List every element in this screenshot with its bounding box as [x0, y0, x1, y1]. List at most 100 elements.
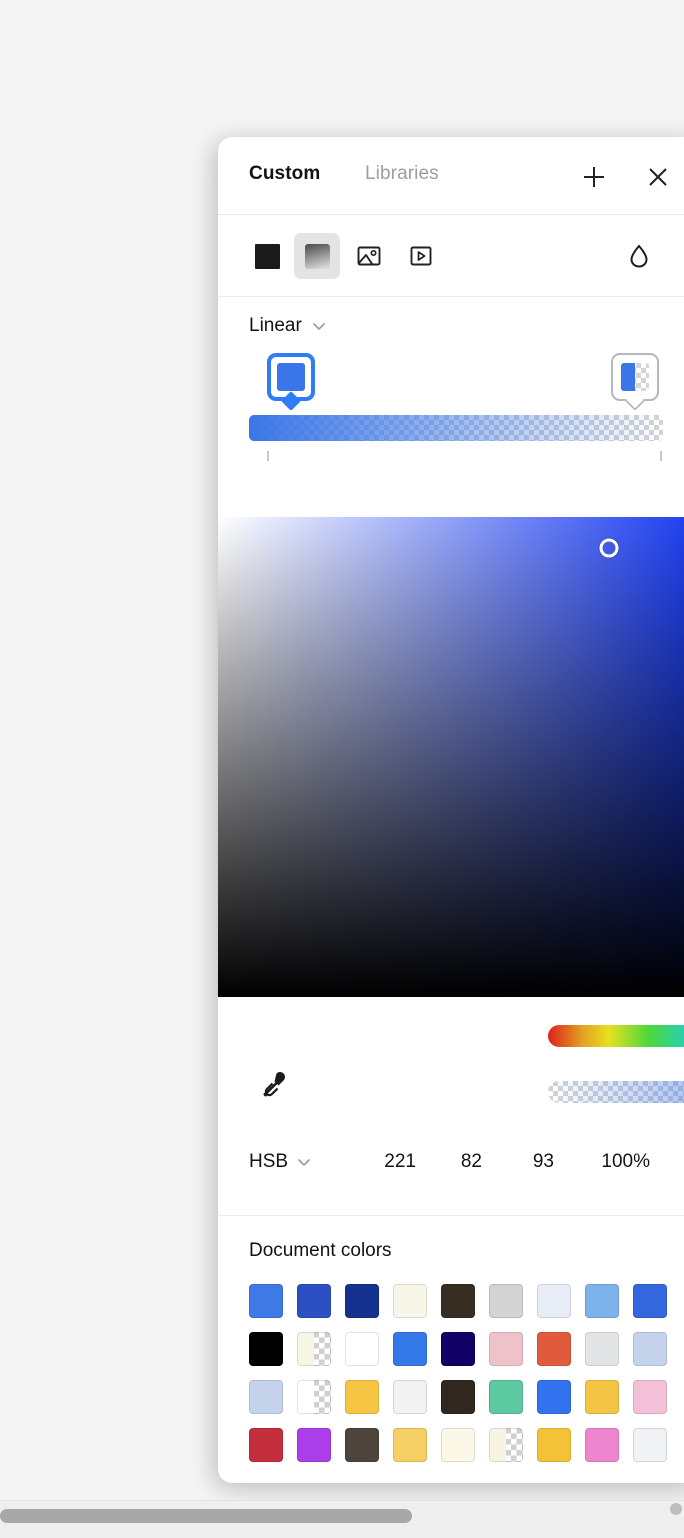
swatch-color — [393, 1332, 427, 1366]
color-swatch[interactable] — [489, 1428, 523, 1462]
sv-cursor-handle[interactable] — [599, 538, 619, 558]
swatch-color — [297, 1284, 331, 1318]
color-swatch[interactable] — [393, 1332, 427, 1366]
color-swatch[interactable] — [585, 1284, 619, 1318]
gradient-icon[interactable] — [294, 233, 340, 279]
brightness-value-field[interactable]: 93 — [504, 1151, 554, 1173]
tab-libraries[interactable]: Libraries — [365, 163, 439, 185]
color-swatch[interactable] — [633, 1428, 667, 1462]
swatch-color — [489, 1380, 523, 1414]
color-swatch[interactable] — [297, 1284, 331, 1318]
color-swatch[interactable] — [489, 1332, 523, 1366]
swatch-color — [585, 1428, 619, 1462]
stop-end-color — [621, 363, 635, 391]
stop-start-pointer — [281, 391, 301, 411]
color-swatch[interactable] — [297, 1380, 331, 1414]
color-swatch[interactable] — [345, 1428, 379, 1462]
stop-end-tick — [660, 451, 662, 461]
color-swatch[interactable] — [489, 1284, 523, 1318]
color-swatch[interactable] — [537, 1284, 571, 1318]
plus-icon[interactable] — [576, 159, 612, 195]
swatch-color — [441, 1332, 475, 1366]
gradient-section: Linear — [218, 297, 684, 517]
stop-end-pointer — [625, 391, 645, 411]
hue-slider[interactable] — [548, 1025, 684, 1047]
color-swatch[interactable] — [249, 1380, 283, 1414]
color-model-label: HSB — [249, 1151, 289, 1172]
color-swatch[interactable] — [345, 1380, 379, 1414]
color-swatch[interactable] — [249, 1428, 283, 1462]
swatch-color — [585, 1332, 619, 1366]
document-colors-title: Document colors — [249, 1240, 392, 1261]
gradient-stops-strip[interactable] — [249, 353, 663, 461]
gradient-type-dropdown[interactable]: Linear — [249, 315, 328, 337]
color-swatch[interactable] — [633, 1332, 667, 1366]
swatch-color — [633, 1428, 667, 1462]
swatch-color — [489, 1428, 523, 1462]
saturation-value-field-input[interactable]: 82 — [432, 1151, 482, 1173]
solid-color-swatch — [254, 243, 280, 269]
alpha-slider[interactable] — [548, 1081, 684, 1103]
sv-black-overlay — [218, 517, 684, 997]
chevron-down-icon — [310, 317, 328, 335]
color-swatch[interactable] — [249, 1284, 283, 1318]
gradient-fill-overlay — [249, 415, 663, 441]
color-swatch[interactable] — [393, 1284, 427, 1318]
gradient-stop-start-swatch — [277, 363, 305, 391]
image-icon[interactable] — [346, 233, 392, 279]
color-swatch[interactable] — [537, 1332, 571, 1366]
swatch-color — [345, 1428, 379, 1462]
swatch-color — [393, 1284, 427, 1318]
scrollbar-thumb[interactable] — [0, 1509, 412, 1523]
color-swatch[interactable] — [393, 1380, 427, 1414]
close-icon[interactable] — [640, 159, 676, 195]
color-swatch[interactable] — [345, 1284, 379, 1318]
color-model-dropdown[interactable]: HSB — [249, 1151, 313, 1173]
gradient-stop-end[interactable] — [611, 353, 659, 411]
horizontal-scrollbar[interactable] — [0, 1500, 684, 1538]
chevron-down-icon — [295, 1153, 313, 1171]
color-swatch[interactable] — [441, 1380, 475, 1414]
tab-custom[interactable]: Custom — [249, 163, 320, 185]
swatch-color — [633, 1332, 667, 1366]
color-swatch[interactable] — [441, 1284, 475, 1318]
swatch-color — [441, 1284, 475, 1318]
solid-color-icon[interactable] — [244, 233, 290, 279]
video-icon[interactable] — [398, 233, 444, 279]
droplet-icon[interactable] — [616, 233, 662, 279]
alpha-slider-track — [548, 1081, 684, 1103]
swatch-color — [537, 1284, 571, 1318]
gradient-stop-start[interactable] — [267, 353, 315, 411]
eyedropper-icon[interactable] — [256, 1063, 296, 1108]
color-swatch[interactable] — [249, 1332, 283, 1366]
screen-root: Custom Libraries Linear HSB 221 82 93 10… — [0, 0, 684, 1538]
color-swatch[interactable] — [585, 1380, 619, 1414]
swatch-color — [393, 1428, 427, 1462]
color-swatch[interactable] — [297, 1332, 331, 1366]
color-swatch[interactable] — [441, 1332, 475, 1366]
swatch-color — [537, 1428, 571, 1462]
alpha-gradient — [548, 1081, 684, 1103]
hue-value-field[interactable]: 221 — [358, 1151, 416, 1173]
color-swatch[interactable] — [393, 1428, 427, 1462]
color-swatch[interactable] — [633, 1284, 667, 1318]
color-swatch[interactable] — [585, 1428, 619, 1462]
color-swatch[interactable] — [537, 1428, 571, 1462]
alpha-value-field[interactable]: 100% — [572, 1151, 650, 1173]
swatch-color — [633, 1380, 667, 1414]
document-colors-grid — [249, 1284, 667, 1462]
fill-type-toolbar — [218, 215, 684, 297]
color-swatch[interactable] — [489, 1380, 523, 1414]
color-swatch[interactable] — [633, 1380, 667, 1414]
hsb-values-row: HSB 221 82 93 100% — [218, 1145, 684, 1189]
color-swatch[interactable] — [441, 1428, 475, 1462]
gradient-preview-bar[interactable] — [249, 415, 663, 441]
color-swatch[interactable] — [297, 1428, 331, 1462]
color-swatch[interactable] — [537, 1380, 571, 1414]
color-swatch[interactable] — [345, 1332, 379, 1366]
gradient-stop-end-swatch — [621, 363, 649, 391]
swatch-color — [489, 1332, 523, 1366]
swatch-color — [393, 1380, 427, 1414]
color-swatch[interactable] — [585, 1332, 619, 1366]
saturation-value-field[interactable] — [218, 517, 684, 997]
